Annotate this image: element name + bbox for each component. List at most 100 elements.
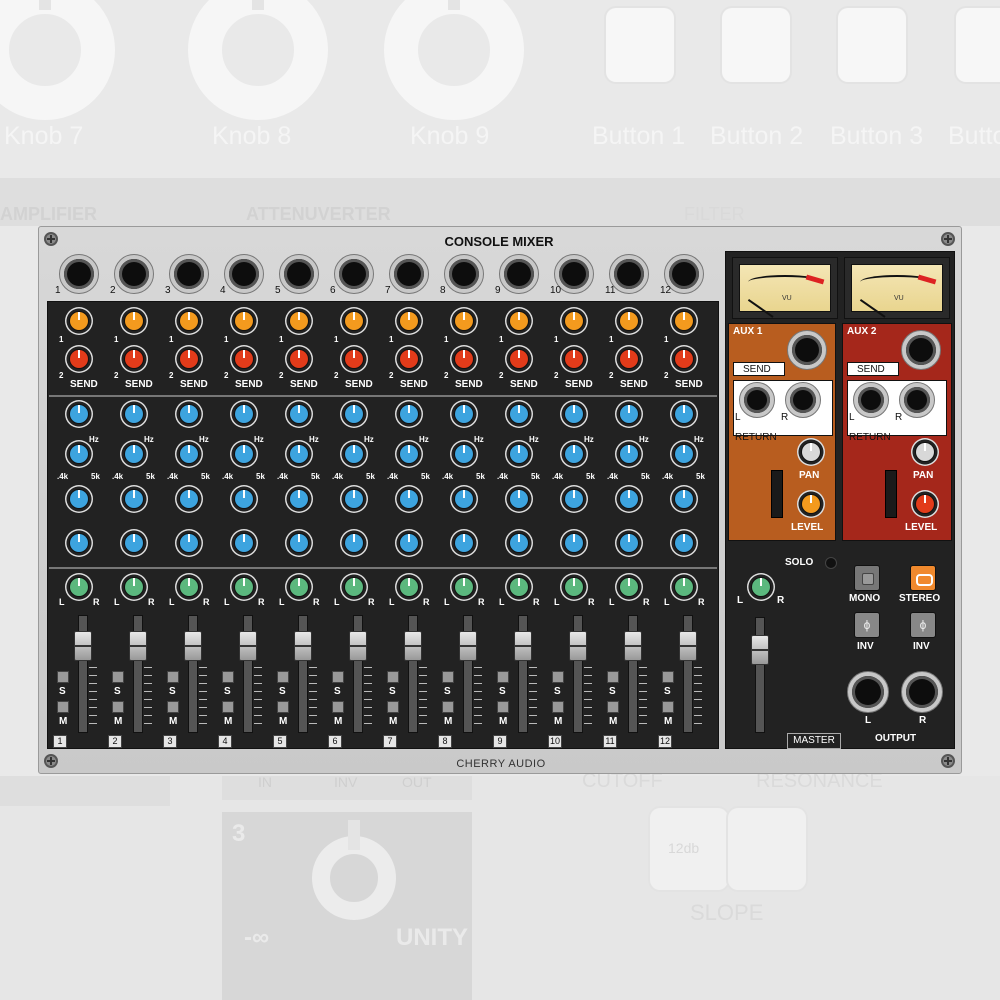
send1-knob[interactable] <box>615 307 643 335</box>
mute-button[interactable] <box>442 701 454 713</box>
output-right-jack[interactable] <box>901 671 943 713</box>
channel-fader-handle[interactable] <box>294 631 312 661</box>
send1-knob[interactable] <box>670 307 698 335</box>
channel-fader-handle[interactable] <box>459 631 477 661</box>
input-jack-9[interactable] <box>499 254 539 294</box>
mute-button[interactable] <box>167 701 179 713</box>
eq-high-knob[interactable] <box>505 400 533 428</box>
send2-knob[interactable] <box>340 345 368 373</box>
pan-knob[interactable] <box>340 573 368 601</box>
eq-high-knob[interactable] <box>670 400 698 428</box>
eq-high-knob[interactable] <box>230 400 258 428</box>
eq-mid-knob[interactable] <box>395 485 423 513</box>
eq-low-knob[interactable] <box>670 529 698 557</box>
eq-low-knob[interactable] <box>120 529 148 557</box>
eq-low-knob[interactable] <box>340 529 368 557</box>
channel-fader-handle[interactable] <box>514 631 532 661</box>
eq-freq-knob[interactable] <box>615 440 643 468</box>
mute-button[interactable] <box>552 701 564 713</box>
pan-knob[interactable] <box>395 573 423 601</box>
solo-button[interactable] <box>607 671 619 683</box>
channel-fader-handle[interactable] <box>129 631 147 661</box>
pan-knob[interactable] <box>175 573 203 601</box>
channel-fader-handle[interactable] <box>679 631 697 661</box>
send2-knob[interactable] <box>120 345 148 373</box>
send2-knob[interactable] <box>450 345 478 373</box>
eq-high-knob[interactable] <box>175 400 203 428</box>
eq-freq-knob[interactable] <box>505 440 533 468</box>
eq-low-knob[interactable] <box>560 529 588 557</box>
eq-high-knob[interactable] <box>65 400 93 428</box>
aux1-send-jack[interactable] <box>787 330 827 370</box>
stereo-button[interactable] <box>910 565 936 591</box>
aux1-pan-knob[interactable] <box>797 438 825 466</box>
solo-button[interactable] <box>167 671 179 683</box>
input-jack-8[interactable] <box>444 254 484 294</box>
mute-button[interactable] <box>112 701 124 713</box>
send1-knob[interactable] <box>65 307 93 335</box>
eq-mid-knob[interactable] <box>230 485 258 513</box>
aux2-level-knob[interactable] <box>911 490 939 518</box>
master-fader-handle[interactable] <box>751 635 769 665</box>
send1-knob[interactable] <box>395 307 423 335</box>
send2-knob[interactable] <box>175 345 203 373</box>
channel-fader-handle[interactable] <box>624 631 642 661</box>
channel-fader-handle[interactable] <box>239 631 257 661</box>
solo-button[interactable] <box>277 671 289 683</box>
eq-mid-knob[interactable] <box>120 485 148 513</box>
eq-freq-knob[interactable] <box>450 440 478 468</box>
send1-knob[interactable] <box>120 307 148 335</box>
eq-freq-knob[interactable] <box>230 440 258 468</box>
output-left-jack[interactable] <box>847 671 889 713</box>
aux2-return-left-jack[interactable] <box>853 382 889 418</box>
eq-low-knob[interactable] <box>285 529 313 557</box>
solo-button[interactable] <box>552 671 564 683</box>
solo-button[interactable] <box>387 671 399 683</box>
eq-low-knob[interactable] <box>175 529 203 557</box>
solo-button[interactable] <box>662 671 674 683</box>
send2-knob[interactable] <box>615 345 643 373</box>
eq-freq-knob[interactable] <box>65 440 93 468</box>
send2-knob[interactable] <box>285 345 313 373</box>
eq-mid-knob[interactable] <box>615 485 643 513</box>
input-jack-5[interactable] <box>279 254 319 294</box>
solo-button[interactable] <box>332 671 344 683</box>
eq-mid-knob[interactable] <box>340 485 368 513</box>
mono-button[interactable] <box>854 565 880 591</box>
mute-button[interactable] <box>387 701 399 713</box>
solo-button[interactable] <box>222 671 234 683</box>
inv-right-button[interactable]: ϕ <box>910 612 936 638</box>
send2-knob[interactable] <box>505 345 533 373</box>
pan-knob[interactable] <box>505 573 533 601</box>
eq-freq-knob[interactable] <box>175 440 203 468</box>
send1-knob[interactable] <box>175 307 203 335</box>
channel-fader-handle[interactable] <box>184 631 202 661</box>
aux1-return-right-jack[interactable] <box>785 382 821 418</box>
mute-button[interactable] <box>222 701 234 713</box>
eq-mid-knob[interactable] <box>670 485 698 513</box>
eq-high-knob[interactable] <box>560 400 588 428</box>
input-jack-4[interactable] <box>224 254 264 294</box>
send2-knob[interactable] <box>395 345 423 373</box>
pan-knob[interactable] <box>230 573 258 601</box>
eq-high-knob[interactable] <box>285 400 313 428</box>
aux1-level-knob[interactable] <box>797 490 825 518</box>
input-jack-6[interactable] <box>334 254 374 294</box>
master-pan-knob[interactable] <box>747 573 775 601</box>
solo-button[interactable] <box>442 671 454 683</box>
input-jack-3[interactable] <box>169 254 209 294</box>
pan-knob[interactable] <box>615 573 643 601</box>
eq-low-knob[interactable] <box>450 529 478 557</box>
send1-knob[interactable] <box>450 307 478 335</box>
pan-knob[interactable] <box>65 573 93 601</box>
solo-button[interactable] <box>497 671 509 683</box>
pan-knob[interactable] <box>120 573 148 601</box>
input-jack-2[interactable] <box>114 254 154 294</box>
mute-button[interactable] <box>607 701 619 713</box>
eq-mid-knob[interactable] <box>450 485 478 513</box>
aux2-pan-knob[interactable] <box>911 438 939 466</box>
pan-knob[interactable] <box>285 573 313 601</box>
send2-knob[interactable] <box>230 345 258 373</box>
solo-button[interactable] <box>112 671 124 683</box>
send1-knob[interactable] <box>505 307 533 335</box>
